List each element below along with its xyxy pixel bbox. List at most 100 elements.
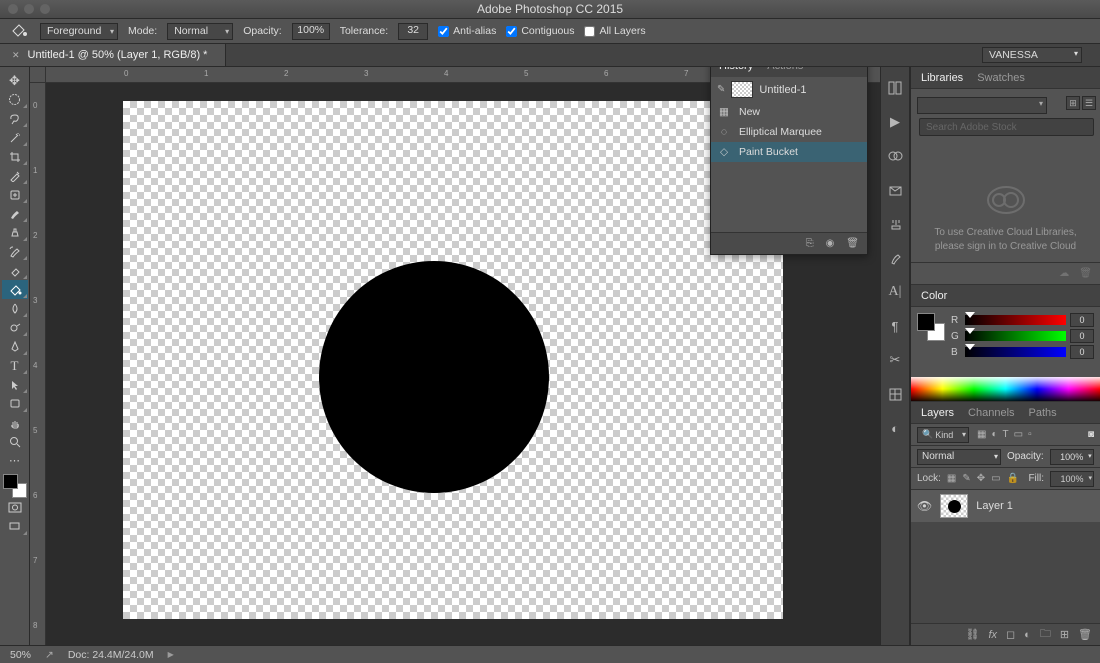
all-layers-checkbox[interactable]: All Layers	[584, 25, 645, 37]
lock-all-icon[interactable]: 🔒	[1007, 473, 1019, 484]
eyedropper-tool[interactable]	[2, 166, 28, 185]
type-tool[interactable]: T	[2, 356, 28, 375]
filter-pixel-icon[interactable]: ▦	[977, 429, 986, 440]
shape-tool[interactable]	[2, 394, 28, 413]
actions-tab[interactable]: Actions	[767, 67, 803, 72]
delete-library-icon[interactable]: 🗑	[1079, 268, 1092, 279]
lock-position-icon[interactable]: ✥	[977, 473, 985, 484]
g-value[interactable]: 0	[1070, 329, 1094, 343]
g-slider[interactable]	[965, 331, 1066, 341]
lock-image-icon[interactable]: ✎	[962, 473, 970, 484]
zoom-level[interactable]: 50%	[10, 649, 31, 661]
layer-style-icon[interactable]: fx	[988, 629, 997, 641]
history-brush-source-icon[interactable]: ✎	[717, 84, 725, 95]
layers-tab[interactable]: Layers	[921, 407, 954, 419]
r-value[interactable]: 0	[1070, 313, 1094, 327]
layer-row[interactable]: 👁 Layer 1	[911, 490, 1100, 522]
opacity-input[interactable]: 100%	[292, 23, 330, 40]
quick-mask-icon[interactable]	[2, 498, 28, 517]
fill-mode-dropdown[interactable]: Foreground	[40, 23, 118, 40]
play-icon[interactable]: ▶	[886, 113, 904, 131]
ruler-origin[interactable]	[30, 67, 46, 83]
antialias-checkbox[interactable]: Anti-alias	[438, 25, 496, 37]
paint-bucket-icon[interactable]	[8, 22, 30, 40]
share-icon[interactable]: ↗	[45, 649, 54, 661]
brush-presets-icon[interactable]	[886, 249, 904, 267]
scissors-icon[interactable]: ✂	[886, 351, 904, 369]
new-doc-from-state-icon[interactable]: ⎘	[806, 238, 814, 249]
layer-fill-input[interactable]: 100%	[1050, 471, 1094, 487]
brush-tool[interactable]	[2, 204, 28, 223]
healing-brush-tool[interactable]	[2, 185, 28, 204]
libraries-tab[interactable]: Libraries	[921, 72, 963, 84]
history-tab[interactable]: History	[719, 67, 753, 72]
history-snapshot-thumb[interactable]	[731, 81, 753, 98]
delete-state-icon[interactable]: 🗑	[846, 238, 859, 249]
library-dropdown[interactable]	[917, 97, 1047, 114]
visibility-icon[interactable]: 👁	[917, 499, 932, 513]
color-swatches[interactable]	[917, 313, 945, 341]
blend-mode-dropdown[interactable]: Normal	[167, 23, 233, 40]
blur-tool[interactable]	[2, 299, 28, 318]
new-layer-icon[interactable]: ⊞	[1060, 628, 1069, 641]
swatches-tab[interactable]: Swatches	[977, 72, 1025, 84]
paragraph-icon[interactable]: ¶	[886, 317, 904, 335]
foreground-swatch[interactable]	[3, 474, 18, 489]
edit-toolbar-icon[interactable]: ⋯	[2, 451, 28, 470]
b-value[interactable]: 0	[1070, 345, 1094, 359]
filter-type-icon[interactable]: T	[1003, 429, 1009, 440]
color-swatches-tool[interactable]	[3, 474, 27, 498]
brushes-icon[interactable]	[886, 215, 904, 233]
layer-mask-icon[interactable]: ◻	[1006, 628, 1015, 641]
history-brush-tool[interactable]	[2, 242, 28, 261]
list-view-icon[interactable]: ☰	[1082, 96, 1096, 110]
lock-transparency-icon[interactable]: ▦	[947, 473, 956, 484]
canvas-area[interactable]: 0 1 2 3 4 5 6 7 8 0 1 2 3 4 5 6 7 8 Hist…	[30, 67, 880, 645]
filter-kind-dropdown[interactable]: 🔍Kind	[917, 427, 969, 443]
adjustment-layer-icon[interactable]: ◐	[1024, 629, 1031, 641]
pen-tool[interactable]	[2, 337, 28, 356]
history-item-marquee[interactable]: ◌ Elliptical Marquee	[711, 122, 867, 142]
lasso-tool[interactable]	[2, 109, 28, 128]
zoom-tool[interactable]	[2, 432, 28, 451]
close-tab-icon[interactable]: ✕	[12, 50, 20, 61]
paint-bucket-tool[interactable]	[2, 280, 28, 299]
properties-icon[interactable]	[886, 79, 904, 97]
document-tab[interactable]: ✕ Untitled-1 @ 50% (Layer 1, RGB/8) *	[0, 44, 226, 66]
dodge-tool[interactable]	[2, 318, 28, 337]
cloud-sync-icon[interactable]: ☁	[1059, 268, 1069, 279]
doc-size[interactable]: Doc: 24.4M/24.0M	[68, 649, 154, 661]
filter-smart-icon[interactable]: ▫	[1028, 429, 1032, 440]
hand-tool[interactable]	[2, 413, 28, 432]
layer-blend-dropdown[interactable]: Normal	[917, 449, 1001, 465]
timeline-icon[interactable]: ◐	[886, 419, 904, 437]
marquee-tool[interactable]	[2, 90, 28, 109]
r-slider[interactable]	[965, 315, 1066, 325]
grid-view-icon[interactable]: ⊞	[1066, 96, 1080, 110]
filter-toggle-icon[interactable]: ◙	[1088, 429, 1094, 440]
layer-name[interactable]: Layer 1	[976, 500, 1013, 512]
color-tab[interactable]: Color	[921, 290, 947, 302]
lock-artboard-icon[interactable]: ▭	[991, 473, 1000, 484]
group-icon[interactable]: 🗀	[1040, 625, 1051, 644]
filter-shape-icon[interactable]: ▭	[1014, 429, 1023, 440]
styles-icon[interactable]	[886, 181, 904, 199]
info-icon[interactable]	[886, 385, 904, 403]
clone-stamp-tool[interactable]	[2, 223, 28, 242]
channels-tab[interactable]: Channels	[968, 407, 1014, 419]
delete-layer-icon[interactable]: 🗑	[1078, 628, 1092, 641]
path-selection-tool[interactable]	[2, 375, 28, 394]
tolerance-input[interactable]: 32	[398, 23, 428, 40]
history-item-new[interactable]: ▦ New	[711, 102, 867, 122]
b-slider[interactable]	[965, 347, 1066, 357]
screen-mode-icon[interactable]	[2, 517, 28, 536]
filter-adjust-icon[interactable]: ◐	[991, 429, 997, 440]
link-layers-icon[interactable]: ⛓	[965, 628, 979, 641]
history-item-paint-bucket[interactable]: ◇ Paint Bucket	[711, 142, 867, 162]
collapse-panel-icon[interactable]: »	[855, 67, 861, 71]
vertical-ruler[interactable]: 0 1 2 3 4 5 6 7 8	[30, 83, 46, 645]
paths-tab[interactable]: Paths	[1029, 407, 1057, 419]
eraser-tool[interactable]	[2, 261, 28, 280]
color-ramp[interactable]	[911, 377, 1100, 401]
doc-size-arrow-icon[interactable]: ▶	[168, 650, 174, 659]
